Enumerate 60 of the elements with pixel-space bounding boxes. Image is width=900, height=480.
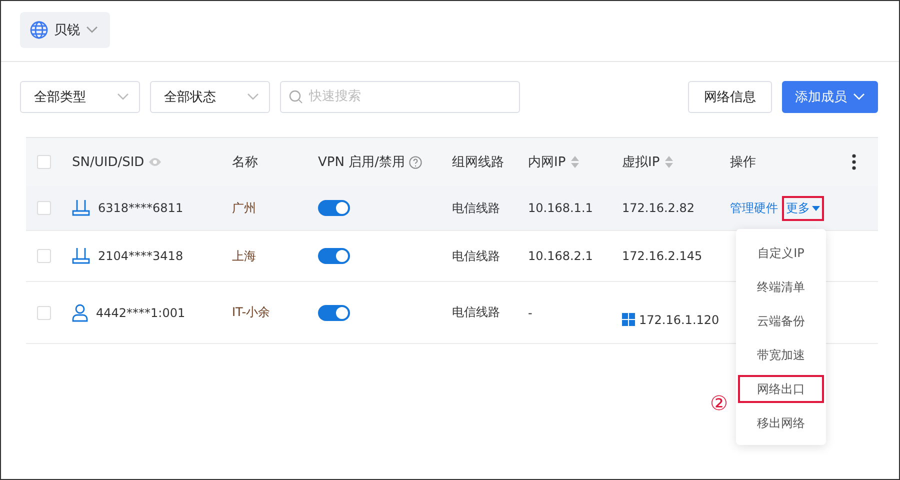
column-header: 内网IP [528, 154, 566, 171]
caret-icon [812, 206, 820, 210]
virtual-ip: 172.16.2.82 [622, 201, 695, 215]
more-link[interactable]: 更多 [782, 196, 824, 220]
network-line: 电信线路 [452, 304, 500, 321]
virtual-ip: 172.16.1.120 [639, 312, 720, 326]
eye-icon[interactable] [148, 157, 162, 167]
add-member-button[interactable]: 添加成员 [782, 80, 878, 112]
menu-item[interactable]: 自定义IP [738, 239, 824, 267]
lan-ip: 10.168.1.1 [528, 201, 593, 215]
router-icon [72, 247, 90, 265]
row-checkbox[interactable] [37, 249, 51, 263]
search-icon [289, 90, 303, 104]
virtual-ip: 172.16.2.145 [622, 249, 702, 263]
chevron-down-icon [86, 26, 98, 34]
sort-icon[interactable] [664, 155, 674, 169]
filter-select[interactable]: 全部类型 [20, 80, 140, 112]
member-name: IT-小余 [232, 304, 270, 321]
table-row[interactable]: 6318****6811 广州 电信线路 10.168.1.1 172.16.2.82 管理硬件 更多 [26, 186, 878, 231]
menu-item[interactable]: 带宽加速 [738, 341, 824, 369]
vpn-toggle[interactable] [318, 200, 350, 216]
sort-icon[interactable] [570, 155, 580, 169]
row-checkbox[interactable] [37, 306, 51, 320]
column-header: 名称 [232, 154, 258, 171]
chevron-down-icon [247, 92, 259, 100]
chevron-down-icon [117, 92, 129, 100]
router-icon [72, 199, 90, 217]
search-field[interactable]: 快速搜索 [280, 80, 520, 112]
column-header: SN/UID/SID [72, 154, 144, 170]
row-checkbox[interactable] [37, 201, 51, 215]
tenant-selector[interactable]: 贝锐 [20, 12, 110, 48]
step-number: ② [710, 391, 728, 415]
select-all-checkbox[interactable] [37, 155, 51, 169]
network-line: 电信线路 [452, 200, 500, 216]
lan-ip: 10.168.2.1 [528, 249, 593, 263]
device-id: 2104****3418 [98, 249, 184, 263]
menu-item[interactable]: 网络出口 [738, 375, 824, 403]
globe-icon [30, 21, 48, 39]
filter-select[interactable]: 全部状态 [150, 80, 270, 112]
column-header: 虚拟IP [622, 154, 660, 171]
network-line: 电信线路 [452, 248, 500, 264]
device-id: 6318****6811 [98, 201, 184, 215]
member-name: 上海 [232, 248, 256, 264]
help-icon[interactable] [408, 156, 422, 168]
menu-item[interactable]: 移出网络 [738, 409, 824, 437]
column-header: 操作 [730, 154, 756, 171]
column-header: VPN 启用/禁用 [318, 154, 405, 171]
menu-item[interactable]: 云端备份 [738, 307, 824, 335]
more-options-icon[interactable] [852, 154, 856, 170]
column-header: 组网线路 [452, 154, 504, 171]
windows-icon [622, 313, 635, 326]
chevron-down-icon [853, 92, 865, 100]
device-id: 4442****1:001 [96, 306, 186, 320]
network-info-button[interactable]: 网络信息 [688, 80, 772, 112]
member-name: 广州 [232, 200, 256, 216]
vpn-toggle[interactable] [318, 248, 350, 264]
user-icon [72, 304, 88, 322]
vpn-toggle[interactable] [318, 304, 350, 320]
lan-ip: - [528, 306, 532, 320]
manage-hardware-link[interactable]: 管理硬件 [726, 196, 782, 220]
